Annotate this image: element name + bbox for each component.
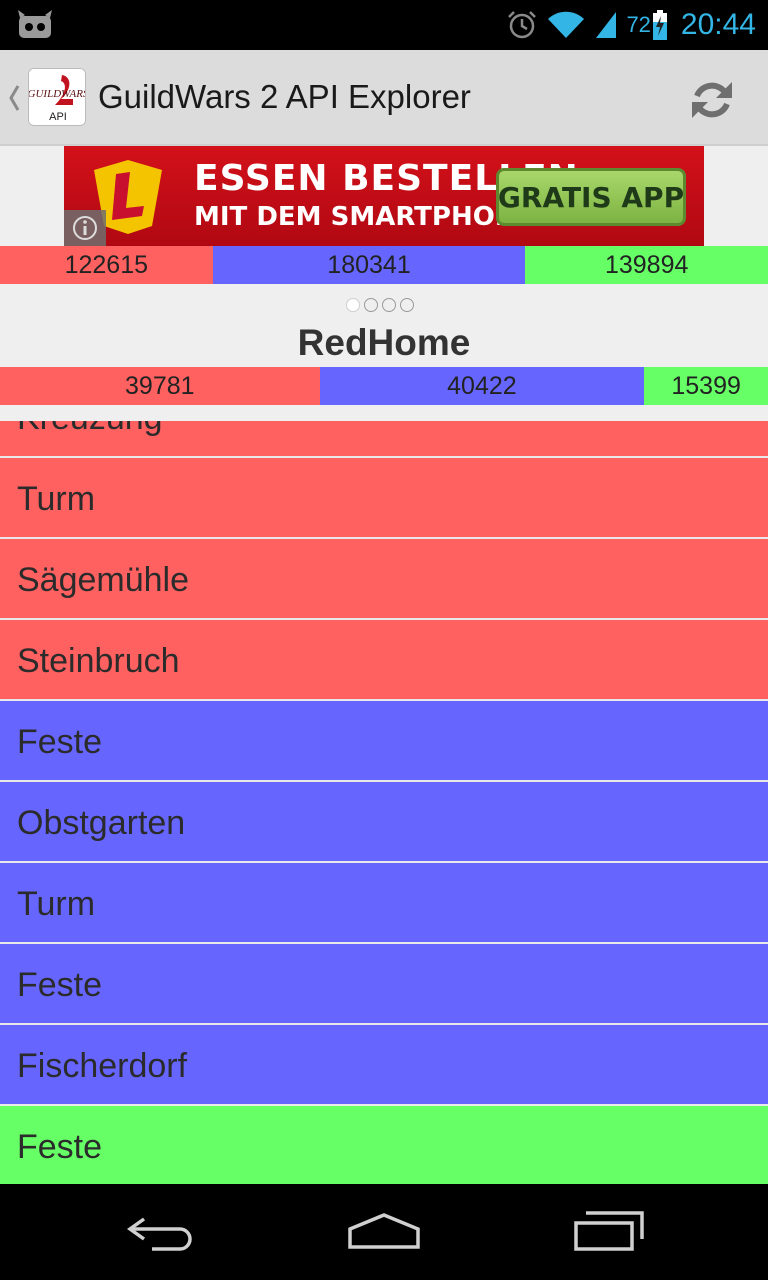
objective-row[interactable]: Feste (0, 701, 768, 782)
wifi-icon (548, 11, 585, 38)
page-dot (346, 298, 360, 312)
signal-icon (596, 12, 617, 38)
battery-level: 72 (626, 12, 651, 37)
objective-name: Kreuzung (17, 421, 163, 438)
map-score-green: 15399 (644, 367, 768, 405)
page-dot (364, 298, 378, 312)
objective-row[interactable]: Steinbruch (0, 620, 768, 701)
total-score-bar: 122615 180341 139894 (0, 246, 768, 284)
objective-list[interactable]: Kreuzung Turm Sägemühle Steinbruch Feste Obst… (0, 421, 768, 1184)
objective-row[interactable]: Feste (0, 944, 768, 1025)
objective-name: Feste (17, 1128, 103, 1166)
map-title: RedHome (297, 322, 471, 363)
objective-row[interactable]: Fischerdorf (0, 1025, 768, 1106)
map-score-bar: 39781 40422 15399 (0, 367, 768, 405)
home-button[interactable] (334, 1206, 434, 1256)
ad-area: ESSEN BESTELLEN MIT DEM SMARTPHONE! GRAT… (0, 146, 768, 246)
recent-apps-button[interactable] (560, 1206, 660, 1256)
ad-subheadline: MIT DEM SMARTPHONE! (194, 202, 547, 232)
objective-row[interactable]: Obstgarten (0, 782, 768, 863)
guildwars-logo-icon: GUILDWARS API (29, 69, 86, 125)
objective-row[interactable]: Sägemühle (0, 539, 768, 620)
page-dot (382, 298, 396, 312)
objective-name: Feste (17, 723, 103, 761)
list-spacer (0, 405, 768, 421)
svg-text:GUILDWARS: GUILDWARS (29, 88, 86, 100)
back-button[interactable] (110, 1206, 210, 1256)
objective-row[interactable]: Kreuzung (0, 421, 768, 458)
objective-row[interactable]: Feste (0, 1106, 768, 1184)
battery-charging-icon (652, 10, 667, 40)
app-icon[interactable]: GUILDWARS API (28, 68, 86, 126)
cyanogenmod-icon (18, 10, 52, 38)
home-icon (348, 1213, 420, 1249)
total-score-red: 122615 (0, 246, 213, 284)
objective-name: Sägemühle (17, 561, 190, 599)
recent-apps-icon (574, 1211, 644, 1251)
ad-cta-button[interactable]: GRATIS APP (496, 168, 686, 226)
refresh-icon (692, 82, 732, 118)
clock: 20:44 (680, 8, 756, 41)
objective-row[interactable]: Turm (0, 863, 768, 944)
page-dot (400, 298, 414, 312)
objective-name: Fischerdorf (17, 1047, 188, 1085)
navigation-bar (0, 1184, 768, 1280)
map-score-blue: 40422 (319, 367, 645, 405)
alarm-icon (508, 11, 537, 39)
objective-name: Steinbruch (17, 642, 180, 680)
action-bar: GUILDWARS API GuildWars 2 API Explorer (0, 50, 768, 146)
total-score-green: 139894 (525, 246, 768, 284)
app-title: GuildWars 2 API Explorer (98, 78, 471, 115)
ad-banner[interactable]: ESSEN BESTELLEN MIT DEM SMARTPHONE! GRAT… (64, 146, 704, 246)
total-score-blue: 180341 (212, 246, 526, 284)
status-bar: 72 20:44 (0, 0, 768, 50)
objective-name: Turm (17, 480, 96, 518)
map-score-red: 39781 (0, 367, 320, 405)
objective-name: Feste (17, 966, 103, 1004)
objective-row[interactable]: Turm (0, 458, 768, 539)
page-indicator (346, 298, 414, 312)
svg-text:API: API (49, 111, 67, 123)
objective-name: Obstgarten (17, 804, 186, 842)
map-pager-header[interactable]: RedHome (0, 284, 768, 367)
objective-name: Turm (17, 885, 96, 923)
ad-info-icon[interactable] (64, 210, 106, 246)
refresh-button[interactable] (682, 72, 742, 128)
back-icon (126, 1217, 192, 1251)
chevron-left-icon[interactable] (8, 84, 20, 112)
